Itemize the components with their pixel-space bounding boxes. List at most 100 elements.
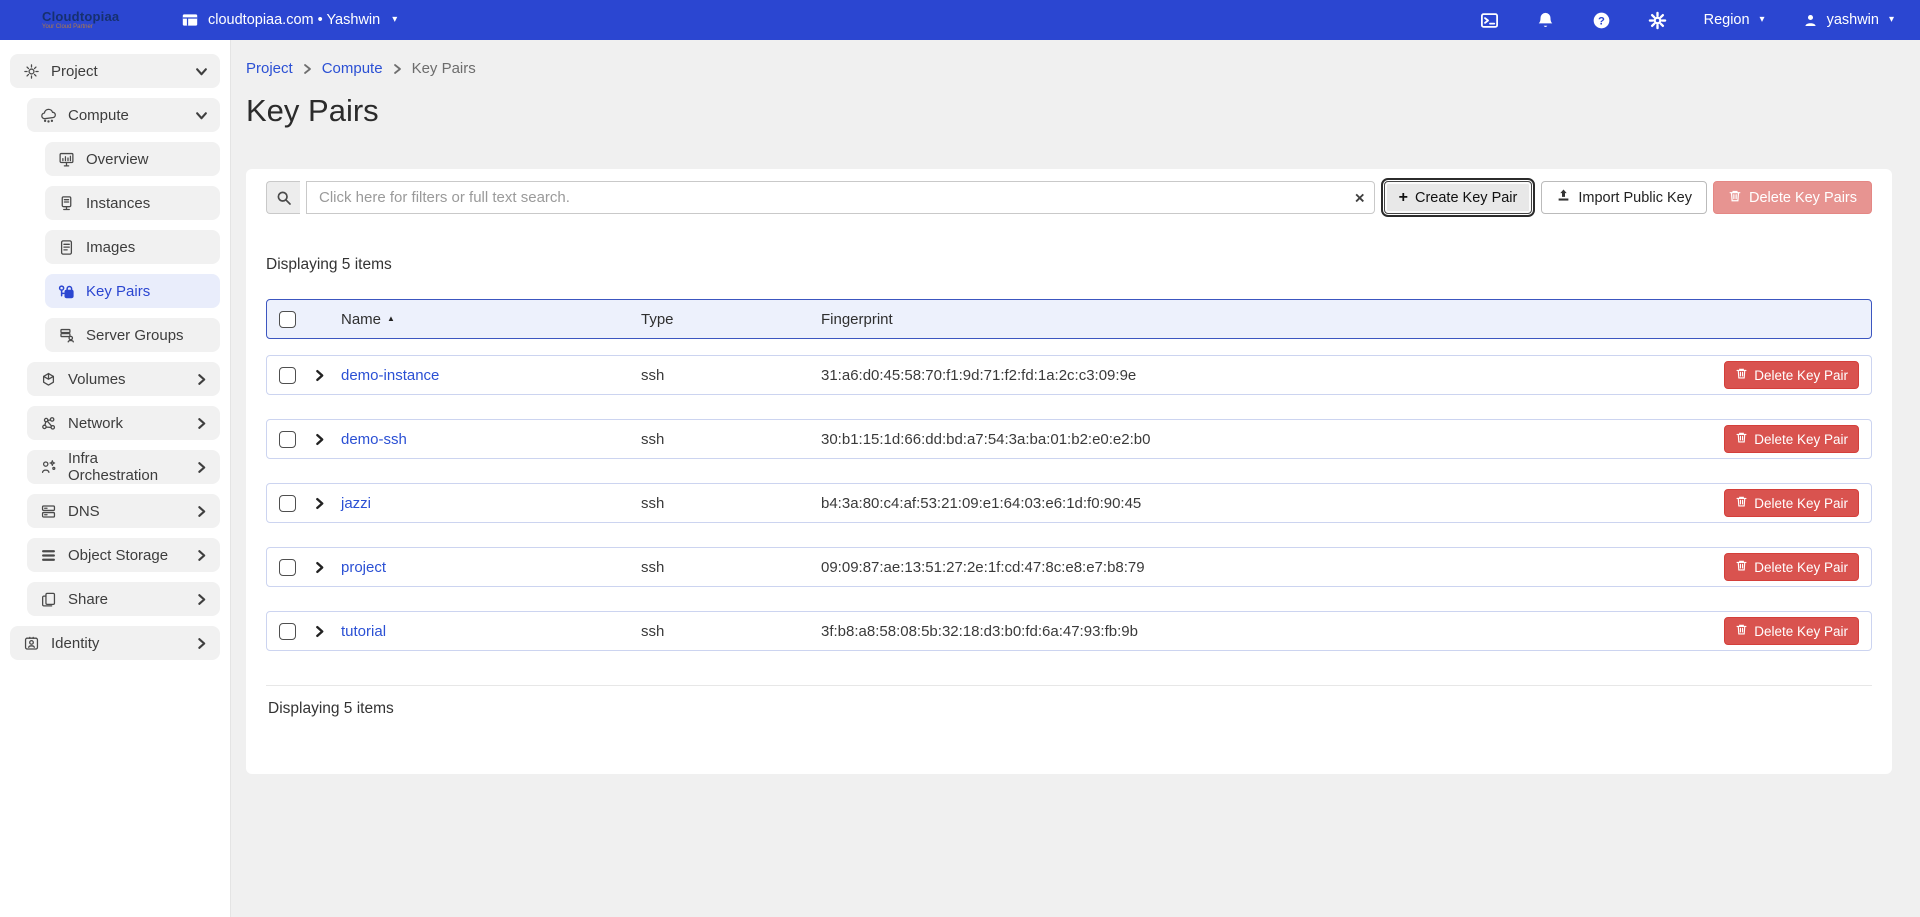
infra-orchestration-icon [39,458,57,476]
sidebar-item-object-storage[interactable]: Object Storage [27,538,220,572]
key-pair-name-link[interactable]: tutorial [341,623,641,640]
row-expander-icon[interactable] [313,497,341,510]
sidebar-item-images[interactable]: Images [45,230,220,264]
help-icon[interactable]: ? [1592,10,1612,30]
sort-asc-icon: ▲ [387,314,395,323]
trash-icon [1735,623,1748,639]
breadcrumb-compute-link[interactable]: Compute [322,60,383,77]
table-body: demo-instance ssh 31:a6:d0:45:58:70:f1:9… [266,355,1872,651]
key-pair-fingerprint: 09:09:87:ae:13:51:27:2e:1f:cd:47:8c:e8:e… [821,559,1709,576]
chevron-down-icon: ▾ [1760,15,1765,25]
identity-icon [22,634,40,652]
region-label: Region [1704,12,1750,28]
sidebar-item-label: Identity [51,635,99,652]
key-pair-name-link[interactable]: jazzi [341,495,641,512]
row-checkbox[interactable] [279,623,296,640]
sidebar-item-label: Server Groups [86,327,184,344]
volumes-icon [39,370,57,388]
row-expander-icon[interactable] [313,625,341,638]
server-groups-icon [57,326,75,344]
sidebar-item-label: Network [68,415,123,432]
key-pair-type: ssh [641,495,821,512]
gear-icon[interactable] [1648,10,1668,30]
breadcrumb-current: Key Pairs [412,60,476,77]
dns-icon [39,502,57,520]
user-menu[interactable]: yashwin ▾ [1801,10,1894,30]
sidebar-item-label: Project [51,63,98,80]
table-row: demo-ssh ssh 30:b1:15:1d:66:dd:bd:a7:54:… [266,419,1872,459]
key-pair-fingerprint: 31:a6:d0:45:58:70:f1:9d:71:f2:fd:1a:2c:c… [821,367,1709,384]
sidebar-item-share[interactable]: Share [27,582,220,616]
sidebar-item-label: Share [68,591,108,608]
domain-project-switcher[interactable]: cloudtopiaa.com • Yashwin ▾ [180,10,397,30]
column-header-name[interactable]: Name ▲ [341,311,641,328]
key-pair-name-link[interactable]: demo-instance [341,367,641,384]
console-icon[interactable] [1480,10,1500,30]
clear-search-icon[interactable]: × [1355,189,1365,206]
sidebar-item-instances[interactable]: Instances [45,186,220,220]
column-header-fingerprint: Fingerprint [821,311,1709,328]
region-menu[interactable]: Region ▾ [1704,12,1765,28]
sidebar-item-compute[interactable]: Compute [27,98,220,132]
row-checkbox[interactable] [279,431,296,448]
key-pair-name-link[interactable]: project [341,559,641,576]
row-checkbox[interactable] [279,495,296,512]
domain-project-label: cloudtopiaa.com • Yashwin [208,12,380,28]
page-title: Key Pairs [246,93,1892,129]
object-storage-icon [39,546,57,564]
share-icon [39,590,57,608]
sidebar-item-volumes[interactable]: Volumes [27,362,220,396]
delete-key-pairs-button[interactable]: Delete Key Pairs [1713,181,1872,214]
table-row: tutorial ssh 3f:b8:a8:58:08:5b:32:18:d3:… [266,611,1872,651]
select-all-checkbox[interactable] [279,311,296,328]
delete-key-pair-button[interactable]: Delete Key Pair [1724,361,1859,389]
chevron-right-icon [195,637,208,650]
sidebar-item-label: Volumes [68,371,126,388]
row-checkbox[interactable] [279,367,296,384]
row-expander-icon[interactable] [313,561,341,574]
sidebar-item-key-pairs[interactable]: Key Pairs [45,274,220,308]
user-icon [1801,10,1821,30]
chevron-right-icon [195,373,208,386]
delete-key-pair-button[interactable]: Delete Key Pair [1724,617,1859,645]
breadcrumb-project-link[interactable]: Project [246,60,293,77]
chevron-down-icon: ▾ [392,15,397,25]
sidebar-item-network[interactable]: Network [27,406,220,440]
create-key-pair-button[interactable]: + Create Key Pair [1384,181,1533,214]
filter-search-input[interactable] [306,181,1375,214]
column-header-type: Type [641,311,821,328]
sidebar-item-infra-orchestration[interactable]: Infra Orchestration [27,450,220,484]
domain-icon [180,10,200,30]
trash-icon [1728,189,1742,207]
trash-icon [1735,559,1748,575]
delete-key-pair-button[interactable]: Delete Key Pair [1724,489,1859,517]
sidebar-item-overview[interactable]: Overview [45,142,220,176]
row-expander-icon[interactable] [313,433,341,446]
main-content: Project Compute Key Pairs Key Pairs × + … [231,40,1920,917]
sidebar-item-label: Object Storage [68,547,168,564]
import-public-key-button[interactable]: Import Public Key [1541,181,1707,214]
sidebar-item-identity[interactable]: Identity [10,626,220,660]
compute-icon [39,106,57,124]
key-pair-fingerprint: 3f:b8:a8:58:08:5b:32:18:d3:b0:fd:6a:47:9… [821,623,1709,640]
chevron-right-icon [195,461,208,474]
project-icon [22,62,40,80]
items-count: Displaying 5 items [266,256,1872,274]
table-row: project ssh 09:09:87:ae:13:51:27:2e:1f:c… [266,547,1872,587]
sidebar-item-dns[interactable]: DNS [27,494,220,528]
delete-key-pair-button[interactable]: Delete Key Pair [1724,553,1859,581]
table-row: demo-instance ssh 31:a6:d0:45:58:70:f1:9… [266,355,1872,395]
chevron-right-icon [195,549,208,562]
sidebar-item-label: DNS [68,503,100,520]
row-checkbox[interactable] [279,559,296,576]
table-row: jazzi ssh b4:3a:80:c4:af:53:21:09:e1:64:… [266,483,1872,523]
brand-tagline: Your Cloud Partner [42,24,180,30]
brand-logo[interactable]: Cloudtopiaa Your Cloud Partner [0,10,180,30]
delete-key-pair-button[interactable]: Delete Key Pair [1724,425,1859,453]
bell-icon[interactable] [1536,10,1556,30]
sidebar-item-server-groups[interactable]: Server Groups [45,318,220,352]
sidebar-item-project[interactable]: Project [10,54,220,88]
row-expander-icon[interactable] [313,369,341,382]
key-pair-name-link[interactable]: demo-ssh [341,431,641,448]
key-pair-fingerprint: 30:b1:15:1d:66:dd:bd:a7:54:3a:ba:01:b2:e… [821,431,1709,448]
